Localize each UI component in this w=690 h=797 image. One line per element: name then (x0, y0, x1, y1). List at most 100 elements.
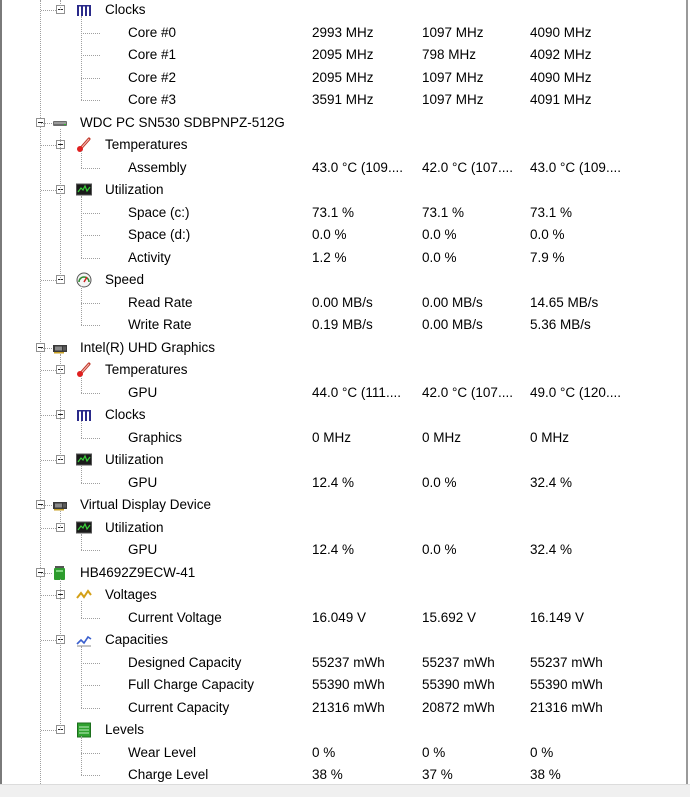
node-label: Virtual Display Device (80, 497, 212, 512)
sensor-category-row[interactable]: Utilization (4, 179, 688, 202)
sensor-category-row[interactable]: Temperatures (4, 134, 688, 157)
node-label: Capacities (105, 632, 169, 647)
value-cell: 38 % (312, 767, 343, 782)
sensor-category-row[interactable]: Capacities (4, 629, 688, 652)
sensor-row[interactable]: Full Charge Capacity 55390 mWh 55390 mWh 55… (4, 674, 688, 697)
sensor-row[interactable]: Assembly 43.0 °C (109.... 42.0 °C (107....… (4, 157, 688, 180)
value-cell: 0.00 MB/s (312, 294, 373, 310)
sensor-row[interactable]: GPU 44.0 °C (111.... 42.0 °C (107.... 49.0 … (4, 382, 688, 405)
sensor-row[interactable]: Read Rate 0.00 MB/s 0.00 MB/s 14.65 MB/s (4, 292, 688, 315)
status-bar (0, 784, 690, 797)
sensor-row[interactable]: Wear Level 0 % 0 % 0 % (4, 742, 688, 765)
min-cell: 0.00 MB/s (422, 317, 483, 332)
tree-connector (81, 662, 100, 664)
node-label: Space (c:) (128, 204, 190, 220)
sensor-tree[interactable]: Clocks Core #0 2993 MHz 1097 MHz 4090 MHz Cor… (4, 0, 688, 784)
device-row[interactable]: HB4692Z9ECW-41 (4, 562, 688, 585)
device-row[interactable]: Virtual Display Device (4, 494, 688, 517)
sensor-row[interactable]: Core #2 2095 MHz 1097 MHz 4090 MHz (4, 67, 688, 90)
value-cell: 16.049 V (312, 609, 367, 625)
min-cell: 798 MHz (422, 47, 477, 62)
tree-connector (81, 550, 100, 551)
value-cell: 43.0 °C (109.... (312, 159, 403, 175)
min-cell: 0.0 % (422, 542, 457, 557)
min-cell: 1097 MHz (422, 92, 484, 107)
monitor-graph-icon (76, 452, 92, 468)
tree-connector (81, 212, 100, 214)
clock-bars-icon (76, 2, 92, 18)
tree-branch-line (60, 353, 61, 460)
node-label: Voltages (105, 587, 157, 602)
sensor-row[interactable]: Core #3 3591 MHz 1097 MHz 4091 MHz (4, 89, 688, 112)
value-cell: 12.4 % (312, 474, 355, 490)
tree-connector (41, 730, 56, 731)
sensor-row[interactable]: GPU 12.4 % 0.0 % 32.4 % (4, 472, 688, 495)
tree-connector (81, 235, 100, 236)
sensor-row[interactable]: Graphics 0 MHz 0 MHz 0 MHz (4, 427, 688, 450)
sensor-row[interactable]: Core #0 2993 MHz 1097 MHz 4090 MHz (4, 22, 688, 45)
max-cell: 16.149 V (530, 609, 585, 625)
sensor-row[interactable]: GPU 12.4 % 0.0 % 32.4 % (4, 539, 688, 562)
tree-connector (81, 325, 100, 326)
node-label: Temperatures (105, 137, 188, 152)
tree-connector (81, 437, 100, 439)
sensor-row[interactable]: Current Voltage 16.049 V 15.692 V 16.149 V (4, 607, 688, 630)
tree-connector (81, 167, 100, 169)
node-label: Core #1 (128, 47, 177, 62)
sensor-row[interactable]: Activity 1.2 % 0.0 % 7.9 % (4, 247, 688, 270)
min-cell: 0 % (422, 744, 446, 760)
tree-branch-line (60, 128, 61, 280)
tree-connector (41, 145, 56, 146)
min-cell: 1097 MHz (422, 69, 484, 85)
sensor-row[interactable]: Designed Capacity 55237 mWh 55237 mWh 55237… (4, 652, 688, 675)
sensor-category-row[interactable]: Utilization (4, 449, 688, 472)
tree-connector (81, 257, 100, 259)
tree-connector (41, 370, 56, 371)
value-cell: 0.19 MB/s (312, 317, 373, 332)
sensor-row[interactable]: Core #1 2095 MHz 798 MHz 4092 MHz (4, 44, 688, 67)
value-cell: 3591 MHz (312, 92, 374, 107)
sensor-row[interactable]: Space (c:) 73.1 % 73.1 % 73.1 % (4, 202, 688, 225)
sensor-row[interactable]: Space (d:) 0.0 % 0.0 % 0.0 % (4, 224, 688, 247)
value-cell: 0.0 % (312, 227, 347, 242)
node-label: Core #3 (128, 92, 177, 107)
max-cell: 43.0 °C (109.... (530, 159, 621, 175)
max-cell: 32.4 % (530, 474, 573, 490)
tree-branch-line (81, 16, 82, 100)
sensor-category-row[interactable]: Voltages (4, 584, 688, 607)
node-label: Current Voltage (128, 609, 222, 625)
tree-branch-line (60, 511, 61, 528)
min-cell: 73.1 % (422, 204, 465, 220)
min-cell: 20872 mWh (422, 699, 495, 715)
max-cell: 0.0 % (530, 227, 565, 242)
node-label: Full Charge Capacity (128, 677, 255, 692)
max-cell: 5.36 MB/s (530, 317, 591, 332)
sensor-category-row[interactable]: Clocks (4, 404, 688, 427)
device-row[interactable]: Intel(R) UHD Graphics (4, 337, 688, 360)
node-label: Levels (105, 722, 145, 737)
node-label: Charge Level (128, 767, 209, 782)
min-cell: 55237 mWh (422, 654, 495, 670)
node-label: Write Rate (128, 317, 192, 332)
tree-connector (81, 392, 100, 394)
tree-connector (81, 685, 100, 686)
sensor-row[interactable]: Current Capacity 21316 mWh 20872 mWh 21316 … (4, 697, 688, 720)
tree-connector (81, 617, 100, 619)
max-cell: 0 % (530, 744, 554, 760)
node-label: WDC PC SN530 SDBPNPZ-512G (80, 114, 285, 130)
sensor-category-row[interactable]: Utilization (4, 517, 688, 540)
node-label: Assembly (128, 159, 187, 175)
value-cell: 12.4 % (312, 542, 355, 557)
min-cell: 0.00 MB/s (422, 294, 483, 310)
node-label: Utilization (105, 452, 164, 467)
sensor-row[interactable]: Write Rate 0.19 MB/s 0.00 MB/s 5.36 MB/s (4, 314, 688, 337)
sensor-category-row[interactable]: Levels (4, 719, 688, 742)
device-row[interactable]: WDC PC SN530 SDBPNPZ-512G (4, 112, 688, 135)
sensor-category-row[interactable]: Speed (4, 269, 688, 292)
sensor-category-row[interactable]: Temperatures (4, 359, 688, 382)
sensor-category-row[interactable]: Clocks (4, 0, 688, 22)
min-cell: 42.0 °C (107.... (422, 159, 513, 175)
node-label: Speed (105, 272, 145, 287)
clock-bars-icon (76, 407, 92, 423)
max-cell: 21316 mWh (530, 699, 603, 715)
